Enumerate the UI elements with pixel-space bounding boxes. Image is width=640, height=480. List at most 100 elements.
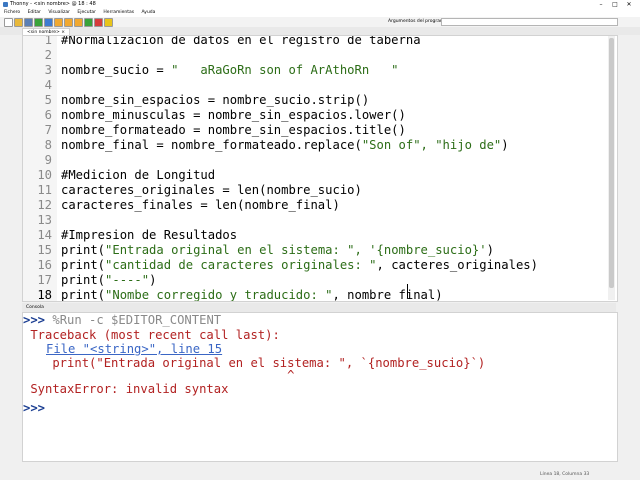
open-folder-icon[interactable] <box>14 18 23 27</box>
code-text: nombre_sucio = " aRaGoRn son of ArAthoRn… <box>61 63 399 78</box>
step-out-icon[interactable] <box>74 18 83 27</box>
menu-ayuda[interactable]: Ayuda <box>142 10 156 15</box>
line-number: 15 <box>37 243 52 257</box>
line-number: 18 <box>37 288 52 302</box>
window-title: Thonny - <sin nombre> @ 18 : 48 <box>10 1 96 7</box>
console-final-prompt-line[interactable]: >>> <box>23 401 617 416</box>
code-line: 14 #Impresion de Resultados <box>23 228 617 243</box>
console-syntax-error: SyntaxError: invalid syntax <box>23 382 229 396</box>
code-text: print("cantidad de caracteres originales… <box>61 258 538 273</box>
line-number: 13 <box>37 213 52 227</box>
code-text: print("Nombe corregido y traducido: ", n… <box>61 288 443 302</box>
code-line: 2 <box>23 48 617 63</box>
menu-bar: Fichero Editar Visualizar Ejecutar Herra… <box>0 9 640 17</box>
console-header: Consola <box>22 303 616 312</box>
code-line: 5 nombre_sin_espacios = nombre_sucio.stri… <box>23 93 617 108</box>
line-number: 11 <box>37 183 52 197</box>
code-line: 11 caracteres_originales = len(nombre_suc… <box>23 183 617 198</box>
code-text: nombre_minusculas = nombre_sin_espacios.… <box>61 108 406 122</box>
cursor-position: Línea 18, Columna 33 <box>540 472 590 477</box>
resume-icon[interactable] <box>84 18 93 27</box>
code-text: print("Entrada original en el sistema: "… <box>61 243 494 258</box>
console-final-prompt: >>> <box>23 401 46 415</box>
code-line: 8 nombre_final = nombre_formateado.replac… <box>23 138 617 153</box>
code-token: nombre_sucio = <box>61 63 172 77</box>
close-button[interactable]: ✕ <box>622 0 636 9</box>
debug-icon[interactable] <box>44 18 53 27</box>
string-literal: "Entrada original en el sistema: ", '{no… <box>105 243 487 257</box>
traceback-file-link[interactable]: File "<string>", line 15 <box>46 342 222 356</box>
console-command: %Run -c $EDITOR_CONTENT <box>45 313 222 327</box>
code-token: print( <box>61 243 106 257</box>
code-line: 3 nombre_sucio = " aRaGoRn son of ArAthoR… <box>23 63 617 78</box>
minimize-button[interactable]: – <box>594 0 608 9</box>
menu-herramientas[interactable]: Herramientas <box>103 10 134 15</box>
console-traceback: Traceback (most recent call last): <box>23 328 280 342</box>
line-number: 3 <box>44 63 52 77</box>
code-text: print("----") <box>61 273 156 288</box>
status-bar: Línea 18, Columna 33 <box>0 470 640 480</box>
new-file-icon[interactable] <box>4 18 13 27</box>
line-number: 6 <box>44 108 52 122</box>
code-text: nombre_final = nombre_formateado.replace… <box>61 138 509 153</box>
code-token: , cacteres_originales) <box>376 258 538 272</box>
line-number: 16 <box>37 258 52 272</box>
console-error-caret: ^ <box>23 368 295 382</box>
line-number: 14 <box>37 228 52 242</box>
code-line: 10 #Medicion de Longitud <box>23 168 617 183</box>
shell-console[interactable]: >>> %Run -c $EDITOR_CONTENT Traceback (m… <box>22 312 618 462</box>
code-token: ) <box>486 243 494 257</box>
code-line: 16 print("cantidad de caracteres original… <box>23 258 617 273</box>
code-line: 12 caracteres_finales = len(nombre_final) <box>23 198 617 213</box>
string-literal: "----" <box>105 273 150 287</box>
code-line: 6 nombre_minusculas = nombre_sin_espacios… <box>23 108 617 123</box>
code-line: 4 <box>23 78 617 93</box>
string-literal: "cantidad de caracteres originales: " <box>105 258 377 272</box>
code-token: print( <box>61 288 106 302</box>
line-number: 5 <box>44 93 52 107</box>
code-text: caracteres_originales = len(nombre_sucio… <box>61 183 362 197</box>
menu-visualizar[interactable]: Visualizar <box>48 10 70 15</box>
toolbar: Argumentos del programa: <box>0 17 640 27</box>
menu-ejecutar[interactable]: Ejecutar <box>77 10 96 15</box>
line-number: 10 <box>37 168 52 182</box>
code-text: caracteres_finales = len(nombre_final) <box>61 198 340 212</box>
menu-fichero[interactable]: Fichero <box>4 10 20 15</box>
code-text: #Impresion de Resultados <box>61 228 238 242</box>
string-literal: " aRaGoRn son of ArAthoRn " <box>171 63 399 77</box>
line-number: 8 <box>44 138 52 152</box>
maximize-button[interactable]: □ <box>608 0 622 9</box>
stop-icon[interactable] <box>94 18 103 27</box>
string-literal: "Nombe corregido y traducido: " <box>105 288 333 302</box>
code-token: nombre_final = nombre_formateado.replace… <box>61 138 362 152</box>
line-number: 9 <box>44 153 52 167</box>
code-text: #Normalizacion de datos en el registro d… <box>61 35 421 47</box>
code-text: nombre_sin_espacios = nombre_sucio.strip… <box>61 93 370 107</box>
code-token: print( <box>61 273 106 287</box>
program-arguments-input[interactable] <box>441 18 618 26</box>
save-icon[interactable] <box>24 18 33 27</box>
thonny-logo-icon <box>3 2 8 7</box>
step-into-icon[interactable] <box>64 18 73 27</box>
step-over-icon[interactable] <box>54 18 63 27</box>
program-arguments-label: Argumentos del programa: <box>388 19 449 24</box>
text-cursor <box>407 284 408 298</box>
code-token: ) <box>501 138 509 152</box>
console-file-link-line: File "<string>", line 15 <box>46 342 617 357</box>
line-number: 4 <box>44 78 52 92</box>
code-line: 15 print("Entrada original en el sistema:… <box>23 243 617 258</box>
code-token: ) <box>149 273 157 287</box>
code-token: print( <box>61 258 106 272</box>
title-bar: Thonny - <sin nombre> @ 18 : 48 – □ ✕ <box>0 0 640 9</box>
editor-scrollbar[interactable] <box>608 36 615 300</box>
line-number: 17 <box>37 273 52 287</box>
editor-scrollbar-thumb[interactable] <box>609 38 614 288</box>
console-command-line: >>> %Run -c $EDITOR_CONTENT <box>23 313 617 328</box>
run-icon[interactable] <box>34 18 43 27</box>
flag-icon[interactable] <box>104 18 113 27</box>
code-editor[interactable]: 1 #Normalizacion de datos en el registro … <box>22 35 618 302</box>
code-text: #Medicion de Longitud <box>61 168 216 182</box>
line-number: 2 <box>44 48 52 62</box>
code-token: , nombre final) <box>332 288 443 302</box>
menu-editar[interactable]: Editar <box>28 10 41 15</box>
